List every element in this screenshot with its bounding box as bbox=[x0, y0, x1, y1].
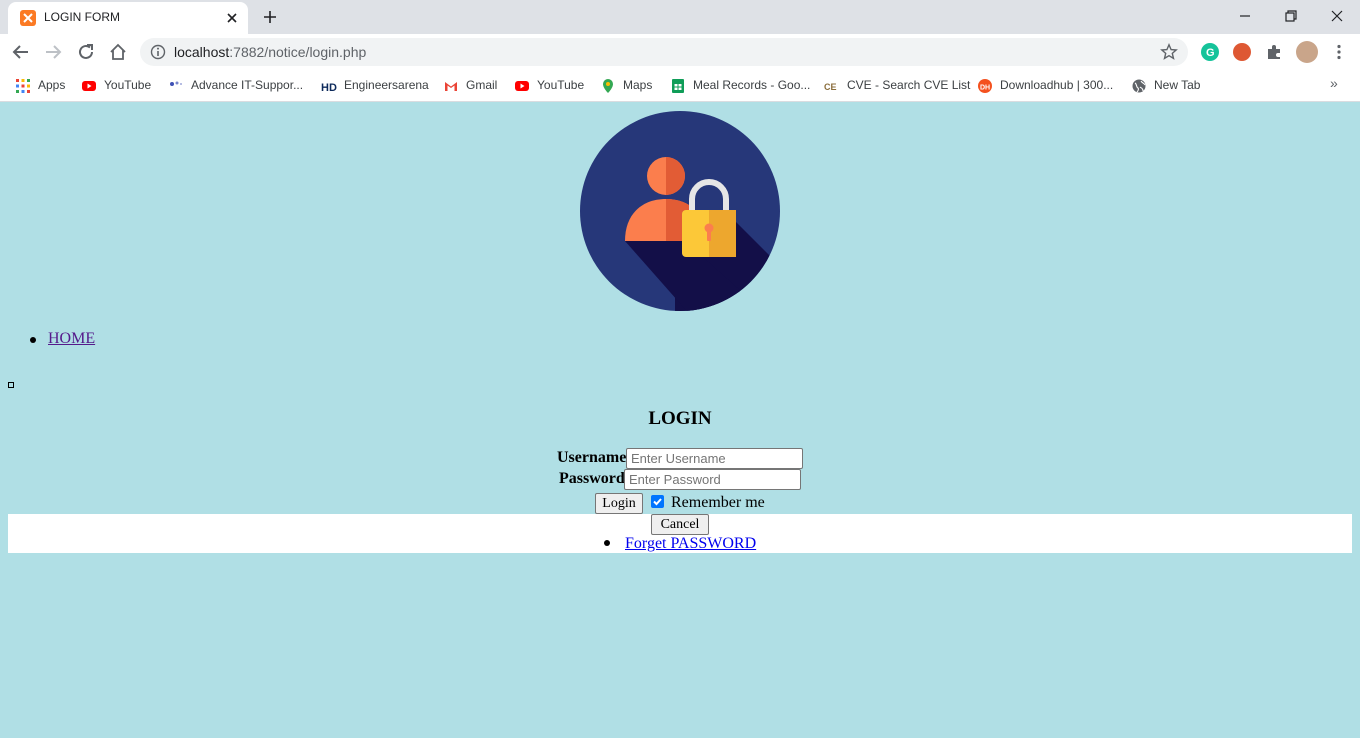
bookmark-label: Apps bbox=[38, 78, 66, 92]
bookmarks-bar: Apps YouTube Advance IT-Suppor... HD Eng… bbox=[0, 70, 1360, 102]
tab-title: LOGIN FORM bbox=[44, 10, 121, 24]
info-icon[interactable] bbox=[150, 44, 166, 60]
svg-text:CE: CE bbox=[824, 82, 837, 92]
bookmark-label: New Tab bbox=[1154, 78, 1201, 92]
more-bookmarks-chevron-icon[interactable]: » bbox=[1330, 75, 1338, 91]
home-link[interactable]: HOME bbox=[48, 330, 95, 348]
password-label: Password bbox=[559, 470, 625, 487]
forward-arrow-icon[interactable] bbox=[44, 43, 62, 61]
gmail-icon bbox=[445, 82, 457, 91]
remember-me-label: Remember me bbox=[671, 494, 765, 511]
youtube-icon bbox=[82, 81, 96, 91]
list-square-marker bbox=[8, 382, 14, 388]
bookmark-label: Advance IT-Suppor... bbox=[191, 78, 304, 92]
restore-icon[interactable] bbox=[1283, 8, 1299, 24]
back-arrow-icon[interactable] bbox=[12, 43, 30, 61]
bookmark-label: Maps bbox=[623, 78, 653, 92]
sheets-icon bbox=[672, 79, 684, 93]
xampp-favicon-icon bbox=[20, 10, 36, 26]
bookmark-label: Downloadhub | 300... bbox=[1000, 78, 1114, 92]
checkmark-icon bbox=[653, 498, 662, 506]
home-icon[interactable] bbox=[109, 43, 127, 61]
url-host: localhost bbox=[174, 44, 230, 60]
advance-it-icon bbox=[170, 81, 182, 86]
bookmark-star-icon[interactable] bbox=[1160, 43, 1178, 61]
username-label: Username bbox=[557, 449, 627, 466]
bookmark-label: CVE - Search CVE List bbox=[847, 78, 971, 92]
address-bar[interactable]: localhost:7882/notice/login.php bbox=[140, 38, 1188, 66]
downloadhub-icon: DH bbox=[978, 79, 992, 93]
login-heading: LOGIN bbox=[648, 408, 712, 429]
login-button[interactable]: Login bbox=[595, 493, 643, 514]
bookmark-label: YouTube bbox=[537, 78, 585, 92]
close-tab-icon[interactable] bbox=[224, 10, 240, 26]
minimize-icon[interactable] bbox=[1237, 8, 1253, 24]
username-input[interactable] bbox=[626, 448, 803, 469]
svg-text:G: G bbox=[1206, 47, 1215, 59]
profile-avatar[interactable] bbox=[1296, 41, 1318, 63]
cve-icon: CE bbox=[824, 82, 837, 92]
list-bullet bbox=[604, 540, 610, 546]
duckduckgo-icon[interactable] bbox=[1233, 43, 1251, 61]
bookmark-label: Engineersarena bbox=[344, 78, 429, 92]
remember-me-checkbox[interactable] bbox=[651, 495, 664, 508]
url-path: :7882/notice/login.php bbox=[229, 44, 367, 60]
maps-pin-icon bbox=[603, 79, 613, 93]
svg-text:HD: HD bbox=[321, 82, 337, 94]
bookmark-label: Gmail bbox=[466, 78, 498, 92]
forget-password-link[interactable]: Forget PASSWORD bbox=[625, 535, 756, 553]
apps-grid-icon bbox=[16, 79, 30, 93]
grammarly-icon[interactable]: G bbox=[1201, 43, 1219, 61]
bookmark-label: YouTube bbox=[104, 78, 152, 92]
youtube-icon bbox=[515, 81, 529, 91]
browser-toolbar: localhost:7882/notice/login.php G bbox=[0, 34, 1360, 70]
menu-dots-icon[interactable] bbox=[1330, 43, 1348, 61]
cancel-button[interactable]: Cancel bbox=[651, 514, 709, 535]
page-content: HOME LOGIN Username Password Login Remem… bbox=[0, 103, 1360, 738]
user-lock-logo-icon bbox=[580, 111, 780, 311]
bookmark-label: Meal Records - Goo... bbox=[693, 78, 811, 92]
svg-text:DH: DH bbox=[980, 85, 990, 92]
globe-icon bbox=[1132, 79, 1146, 93]
browser-tab[interactable]: LOGIN FORM bbox=[8, 2, 248, 34]
hd-icon: HD bbox=[321, 82, 337, 94]
password-input[interactable] bbox=[624, 469, 801, 490]
reload-icon[interactable] bbox=[77, 43, 95, 61]
extensions-puzzle-icon[interactable] bbox=[1265, 43, 1283, 61]
url-text[interactable]: localhost:7882/notice/login.php bbox=[174, 44, 366, 60]
list-bullet bbox=[30, 337, 36, 343]
close-window-icon[interactable] bbox=[1329, 8, 1345, 24]
tab-bar: LOGIN FORM bbox=[0, 0, 1360, 34]
new-tab-plus-icon[interactable] bbox=[262, 9, 278, 25]
